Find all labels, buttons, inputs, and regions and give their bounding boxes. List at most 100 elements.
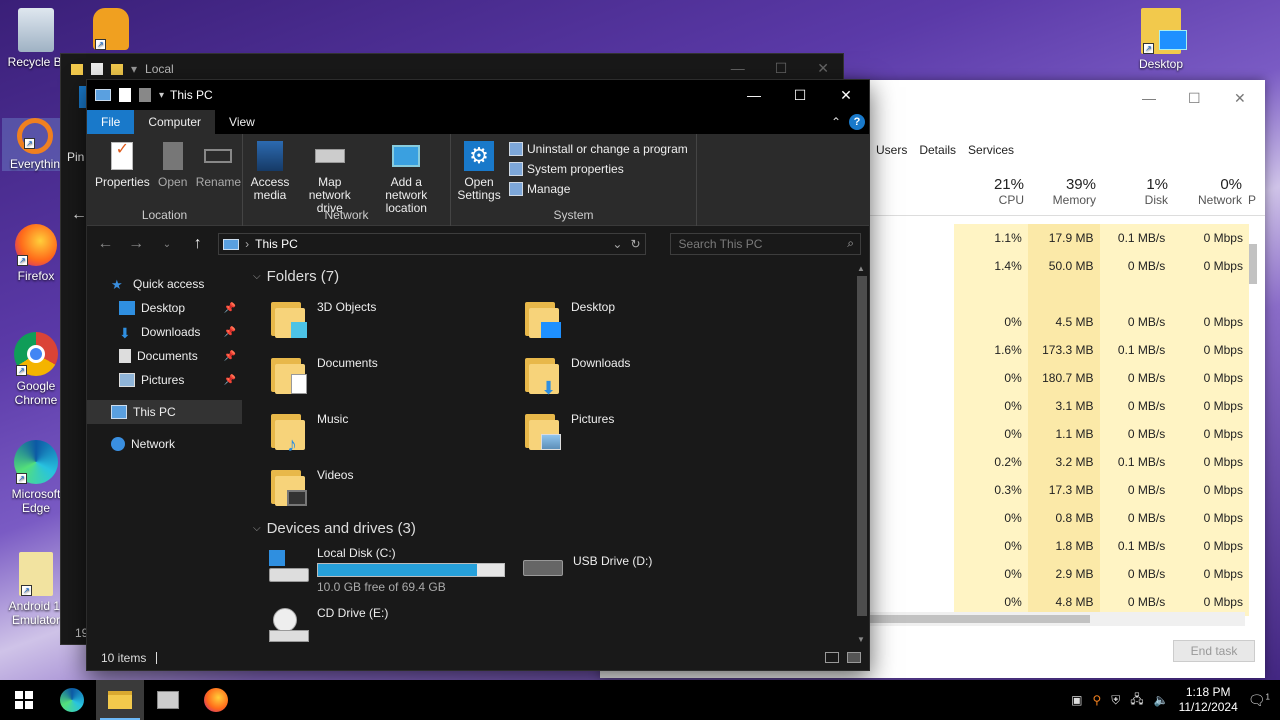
folder-documents[interactable]: Documents [271,354,511,402]
folder-downloads[interactable]: ⬇ Downloads [525,354,765,402]
manage-button[interactable]: Manage [509,182,688,196]
memory-column[interactable]: 39% Memory [1028,176,1096,207]
breadcrumb-this-pc[interactable]: This PC [255,237,298,251]
details-view-icon[interactable] [825,652,839,663]
tab-file[interactable]: File [87,110,135,134]
tray-app-icon[interactable]: ▣ [1071,693,1082,707]
notification-icon[interactable]: 🗨1 [1248,692,1270,709]
network-tray-icon[interactable]: 🖧 [1130,690,1143,711]
back-arrow-icon[interactable]: ← [71,206,87,224]
uninstall-program-button[interactable]: Uninstall or change a program [509,142,688,156]
table-row[interactable]: 1.4% 50.0 MB 0 MB/s 0 Mbps [954,252,1249,280]
folder-music[interactable]: ♪ Music [271,410,511,458]
disk-column[interactable]: 1% Disk [1100,176,1168,207]
nav-this-pc[interactable]: This PC [87,400,242,424]
table-row[interactable]: 1.6% 173.3 MB 0.1 MB/s 0 Mbps [954,336,1249,364]
large-icons-view-icon[interactable] [847,652,861,663]
table-row[interactable]: 0% 2.9 MB 0 MB/s 0 Mbps [954,560,1249,588]
taskbar-file-explorer[interactable] [96,680,144,720]
drive-usb-d[interactable]: USB Drive (D:) [521,546,652,594]
chevron-down-icon[interactable]: ▾ [159,90,164,101]
table-row[interactable]: 0% 180.7 MB 0 MB/s 0 Mbps [954,364,1249,392]
table-row[interactable]: 0% 1.1 MB 0 MB/s 0 Mbps [954,420,1249,448]
folder-desktop[interactable]: Desktop [525,298,765,346]
nav-documents[interactable]: Documents 📌 [87,344,242,368]
properties-icon[interactable] [119,88,131,102]
collapse-ribbon-icon[interactable]: ⌃ [831,115,841,129]
close-icon[interactable]: ✕ [1234,90,1246,107]
table-row[interactable]: 0% 3.1 MB 0 MB/s 0 Mbps [954,392,1249,420]
tab-view[interactable]: View [215,110,269,134]
search-tool-icon[interactable]: ⚲ [1092,693,1101,707]
nav-quick-access[interactable]: ★ Quick access [87,272,242,296]
up-arrow-icon[interactable]: ↑ [187,235,208,253]
folder-pictures[interactable]: Pictures [525,410,765,458]
tab-users[interactable]: Users [870,140,913,160]
table-row[interactable]: 0% 4.5 MB 0 MB/s 0 Mbps [954,308,1249,336]
nav-desktop[interactable]: Desktop 📌 [87,296,242,320]
search-input[interactable] [678,237,849,251]
chevron-down-icon[interactable]: ⌄ [612,237,622,251]
folders-section-header[interactable]: ⌵ Folders (7) [253,268,339,285]
forward-arrow-icon[interactable]: → [126,235,147,253]
maximize-icon[interactable]: ☐ [1188,90,1201,107]
close-icon[interactable]: ✕ [817,60,829,77]
file-explorer-window[interactable]: ▾ This PC — ☐ ✕ File Computer View ⌃ ? ✓… [86,79,870,671]
recent-locations-icon[interactable]: ⌄ [157,239,178,250]
minimize-icon[interactable]: — [1142,90,1156,106]
system-properties-button[interactable]: System properties [509,162,688,176]
table-row[interactable]: 1.1% 17.9 MB 0.1 MB/s 0 Mbps [954,224,1249,252]
android-icon[interactable]: ↗ [78,8,144,53]
cpu-column[interactable]: 21% CPU [954,176,1024,207]
pin-icon[interactable]: 📌 [224,351,236,362]
drive-local-disk-c[interactable]: Local Disk (C:) 10.0 GB free of 69.4 GB [265,546,505,594]
tab-services[interactable]: Services [962,140,1020,160]
desktop-folder-icon[interactable]: ↗ Desktop [1128,8,1194,71]
minimize-icon[interactable]: — [731,60,745,77]
tab-computer[interactable]: Computer [134,110,216,134]
pin-icon[interactable]: 📌 [224,303,236,314]
taskbar-edge[interactable] [48,680,96,720]
search-box[interactable]: ⌕ [669,233,861,255]
address-field[interactable]: › This PC ⌄ ↻ [218,233,646,255]
devices-section-header[interactable]: ⌵ Devices and drives (3) [253,520,416,537]
maximize-icon[interactable]: ☐ [775,60,788,77]
nav-network[interactable]: Network [87,432,242,456]
end-task-button[interactable]: End task [1173,640,1255,662]
folder-videos[interactable]: Videos [271,466,511,514]
refresh-icon[interactable]: ↻ [630,237,640,251]
minimize-button[interactable]: — [731,80,777,110]
nav-downloads[interactable]: ⬇ Downloads 📌 [87,320,242,344]
tab-details[interactable]: Details [913,140,962,160]
maximize-button[interactable]: ☐ [777,80,823,110]
horizontal-scrollbar[interactable] [870,612,1245,626]
network-column[interactable]: 0% Network [1172,176,1242,207]
title-bar[interactable]: ▾ This PC — ☐ ✕ [87,80,869,110]
start-button[interactable] [0,680,48,720]
clock[interactable]: 1:18 PM 11/12/2024 [1179,685,1238,715]
taskbar-task-manager[interactable] [144,680,192,720]
help-icon[interactable]: ? [849,114,865,130]
everything-icon[interactable]: ↗ Everythin [2,118,68,171]
pin-icon[interactable]: 📌 [224,375,236,386]
scroll-up-icon[interactable]: ▲ [857,264,865,273]
windows-security-icon[interactable]: ⛨ [1111,693,1120,708]
power-column[interactable]: P [1248,176,1262,207]
pin-icon[interactable]: 📌 [224,327,236,338]
table-row[interactable]: 0% 0.8 MB 0 MB/s 0 Mbps [954,504,1249,532]
scroll-down-icon[interactable]: ▼ [857,635,865,644]
undo-icon[interactable] [139,88,151,102]
vertical-scrollbar[interactable]: ▲ ▼ [855,262,869,646]
volume-icon[interactable]: 🔈 [1154,693,1169,707]
back-arrow-icon[interactable]: ← [95,235,116,253]
table-row[interactable]: 0% 1.8 MB 0.1 MB/s 0 Mbps [954,532,1249,560]
close-button[interactable]: ✕ [823,80,869,110]
table-row[interactable] [954,280,1249,308]
chevron-down-icon[interactable]: ▾ [131,62,137,76]
folder-3d-objects[interactable]: 3D Objects [271,298,511,346]
table-row[interactable]: 0.3% 17.3 MB 0 MB/s 0 Mbps [954,476,1249,504]
table-row[interactable]: 0.2% 3.2 MB 0.1 MB/s 0 Mbps [954,448,1249,476]
taskbar-firefox[interactable] [192,680,240,720]
nav-pictures[interactable]: Pictures 📌 [87,368,242,392]
vertical-scrollbar[interactable] [1247,220,1259,610]
